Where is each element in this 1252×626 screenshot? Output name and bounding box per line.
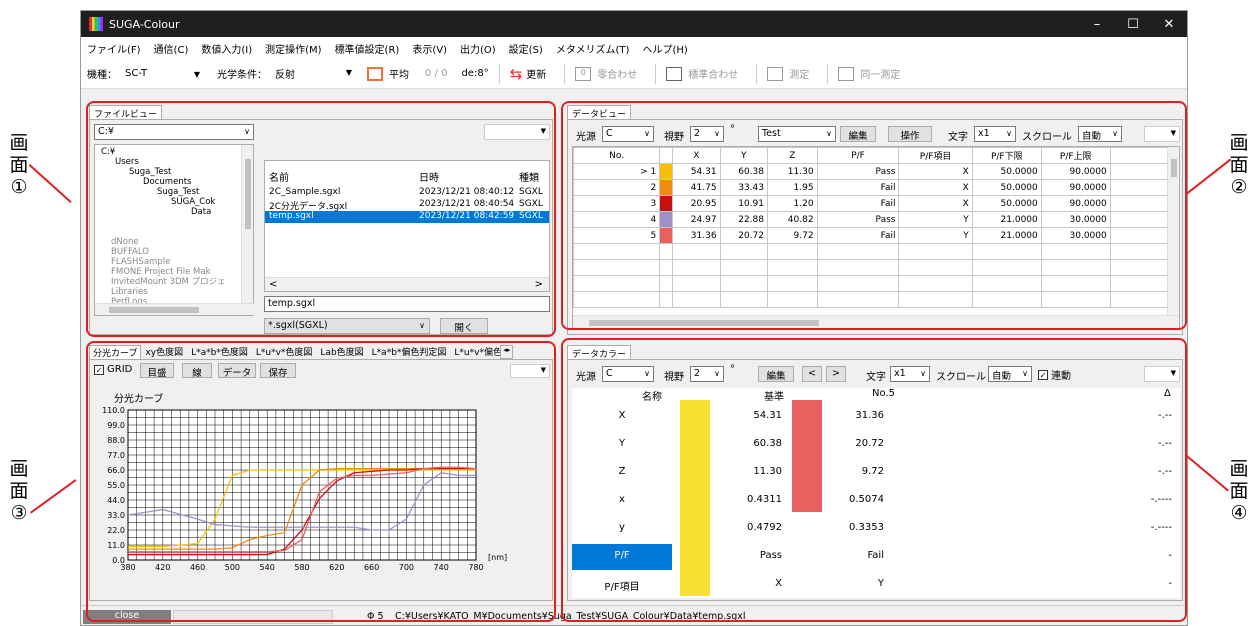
measure-label: 測定 — [789, 70, 810, 81]
refresh-icon: ⇆ — [509, 64, 523, 83]
menu-bar: ファイル(F) 通信(C) 数値入力(I) 測定操作(M) 標準値設定(R) 表… — [81, 37, 1187, 59]
separator — [827, 63, 829, 84]
optical-value: 反射 — [275, 70, 295, 81]
highlight-box-3 — [86, 341, 556, 622]
maximize-button[interactable]: ☐ — [1115, 17, 1151, 32]
panel-label-3: 画面③ — [9, 458, 29, 524]
separator — [564, 63, 566, 84]
separator — [756, 63, 758, 84]
menu-file[interactable]: ファイル(F) — [87, 41, 141, 56]
chevron-down-icon: ▼ — [345, 68, 352, 77]
same-measure-label: 同一測定 — [860, 70, 901, 81]
menu-output[interactable]: 出力(O) — [460, 41, 496, 56]
highlight-box-4 — [561, 338, 1187, 622]
panel-label-1: 画面① — [9, 132, 29, 198]
pointer-line-1 — [28, 164, 72, 203]
zero-label: 零合わせ — [597, 70, 638, 81]
zero-icon: 0 — [575, 66, 592, 81]
refresh-label: 更新 — [526, 70, 547, 81]
minimize-button[interactable]: – — [1079, 17, 1115, 32]
pointer-line-2 — [1186, 158, 1232, 195]
measure-button[interactable]: 測定 — [767, 66, 809, 81]
highlight-box-1 — [86, 101, 556, 337]
same-measure-button[interactable]: 同一測定 — [838, 66, 900, 81]
zero-button[interactable]: 0 零合わせ — [575, 66, 637, 81]
pointer-line-3 — [30, 479, 77, 514]
toolbar: 機種： SC-T ▼ 光学条件： 反射 ▼ 平均 0 / 0 de:8° ⇆ 更新 0… — [81, 59, 1187, 89]
menu-communication[interactable]: 通信(C) — [154, 41, 189, 56]
square-icon — [367, 66, 383, 81]
average-label: 平均 — [389, 70, 409, 81]
menu-measure[interactable]: 測定操作(M) — [265, 41, 321, 56]
model-select[interactable]: SC-T ▼ — [121, 66, 203, 81]
menu-view[interactable]: 表示(V) — [412, 41, 447, 56]
de-value: de:8° — [461, 68, 489, 79]
highlight-box-2 — [561, 101, 1187, 330]
menu-settings[interactable]: 設定(S) — [509, 41, 543, 56]
window-title: SUGA-Colour — [109, 17, 180, 31]
model-label: 機種： — [87, 70, 117, 81]
measure-icon — [838, 66, 855, 81]
refresh-button[interactable]: ⇆ 更新 — [510, 65, 547, 83]
menu-metamerism[interactable]: メタメリズム(T) — [556, 41, 630, 56]
model-value: SC-T — [125, 68, 148, 79]
measure-icon — [767, 66, 784, 81]
average-count: 0 / 0 — [425, 68, 448, 79]
standard-icon — [666, 66, 683, 81]
pointer-line-4 — [1185, 454, 1229, 492]
menu-input[interactable]: 数値入力(I) — [201, 41, 252, 56]
menu-help[interactable]: ヘルプ(H) — [642, 41, 687, 56]
standard-button[interactable]: 標準合わせ — [666, 66, 738, 81]
standard-label: 標準合わせ — [688, 70, 739, 81]
chevron-down-icon: ▼ — [193, 70, 200, 79]
menu-standard[interactable]: 標準値設定(R) — [335, 41, 400, 56]
close-button[interactable]: ✕ — [1151, 17, 1187, 32]
separator — [655, 63, 657, 84]
panel-label-2: 画面② — [1229, 132, 1249, 198]
title-bar: SUGA-Colour – ☐ ✕ — [81, 11, 1187, 37]
optical-label: 光学条件： — [217, 70, 267, 81]
separator — [498, 63, 500, 84]
average-button[interactable]: 平均 — [367, 66, 409, 81]
optical-select[interactable]: 反射 ▼ — [271, 64, 355, 83]
panel-label-4: 画面④ — [1229, 458, 1249, 524]
app-logo-icon — [89, 17, 103, 31]
